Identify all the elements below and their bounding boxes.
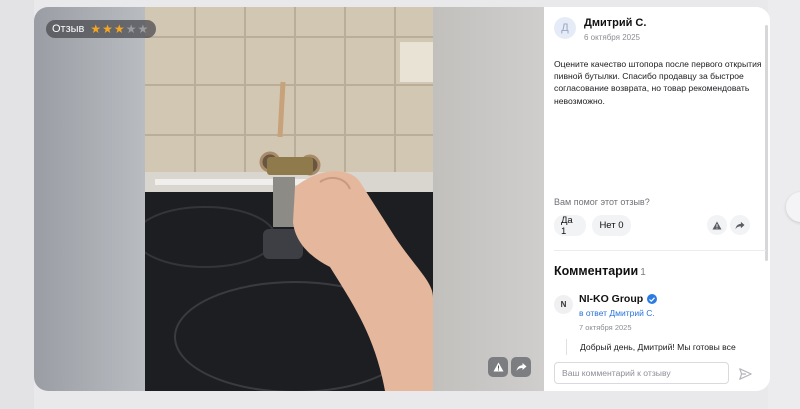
comment-author[interactable]: NI-KO Group (579, 293, 658, 305)
scrollbar[interactable] (765, 25, 768, 261)
reply-to-link[interactable]: в ответ Дмитрий С. (579, 308, 657, 318)
review-photo[interactable] (145, 7, 433, 391)
share-media-button[interactable] (511, 357, 531, 377)
comment-header: N NI-KO Group в ответ Дмитрий С. 7 октяб… (554, 293, 658, 332)
comments-title: Комментарии 1 (554, 264, 646, 278)
verified-icon (647, 294, 658, 304)
photo-illustration (145, 7, 433, 391)
share-review-button[interactable] (730, 215, 750, 235)
review-date: 6 октября 2025 (584, 33, 640, 42)
avatar: N (554, 295, 573, 314)
report-review-button[interactable] (707, 215, 727, 235)
comments-count: 1 (640, 267, 646, 278)
share-arrow-icon (735, 221, 745, 229)
divider (554, 250, 766, 251)
rating-label: Отзыв (52, 23, 85, 35)
report-media-button[interactable] (488, 357, 508, 377)
warning-icon (712, 220, 722, 230)
photo-blur-right (433, 7, 544, 391)
comment-input[interactable] (554, 362, 729, 384)
send-comment-button[interactable] (735, 364, 755, 384)
review-modal: Отзыв ★ ★ ★ ★ ★ Д Дмитрий С. 6 октября 2… (34, 7, 770, 391)
share-arrow-icon (516, 363, 526, 371)
star-icon: ★ (90, 22, 102, 36)
star-empty-icon: ★ (137, 22, 149, 36)
star-empty-icon: ★ (125, 22, 137, 36)
warning-icon (493, 362, 503, 372)
helpful-question: Вам помог этот отзыв? (554, 197, 650, 207)
review-author: Д Дмитрий С. 6 октября 2025 (554, 17, 646, 42)
vote-yes-button[interactable]: Да 1 (554, 215, 586, 237)
comments-title-text: Комментарии (554, 264, 639, 278)
review-panel: Д Дмитрий С. 6 октября 2025 Оцените каче… (544, 7, 770, 391)
vote-no-button[interactable]: Нет 0 (592, 215, 631, 236)
comment-date: 7 октября 2025 (579, 323, 632, 332)
avatar: Д (554, 17, 576, 39)
send-icon (738, 368, 752, 380)
comment-author-name: NI-KO Group (579, 293, 644, 305)
star-icon: ★ (102, 22, 113, 36)
rating-badge: Отзыв ★ ★ ★ ★ ★ (46, 20, 157, 38)
backdrop-left (0, 0, 34, 409)
author-name: Дмитрий С. (584, 17, 647, 29)
rating-stars: ★ ★ ★ ★ ★ (90, 23, 148, 35)
review-text: Оцените качество штопора после первого о… (554, 59, 762, 106)
review-media: Отзыв ★ ★ ★ ★ ★ (34, 7, 544, 391)
star-icon: ★ (113, 22, 125, 36)
comment-text: Добрый день, Дмитрий! Мы готовы все (566, 339, 766, 355)
